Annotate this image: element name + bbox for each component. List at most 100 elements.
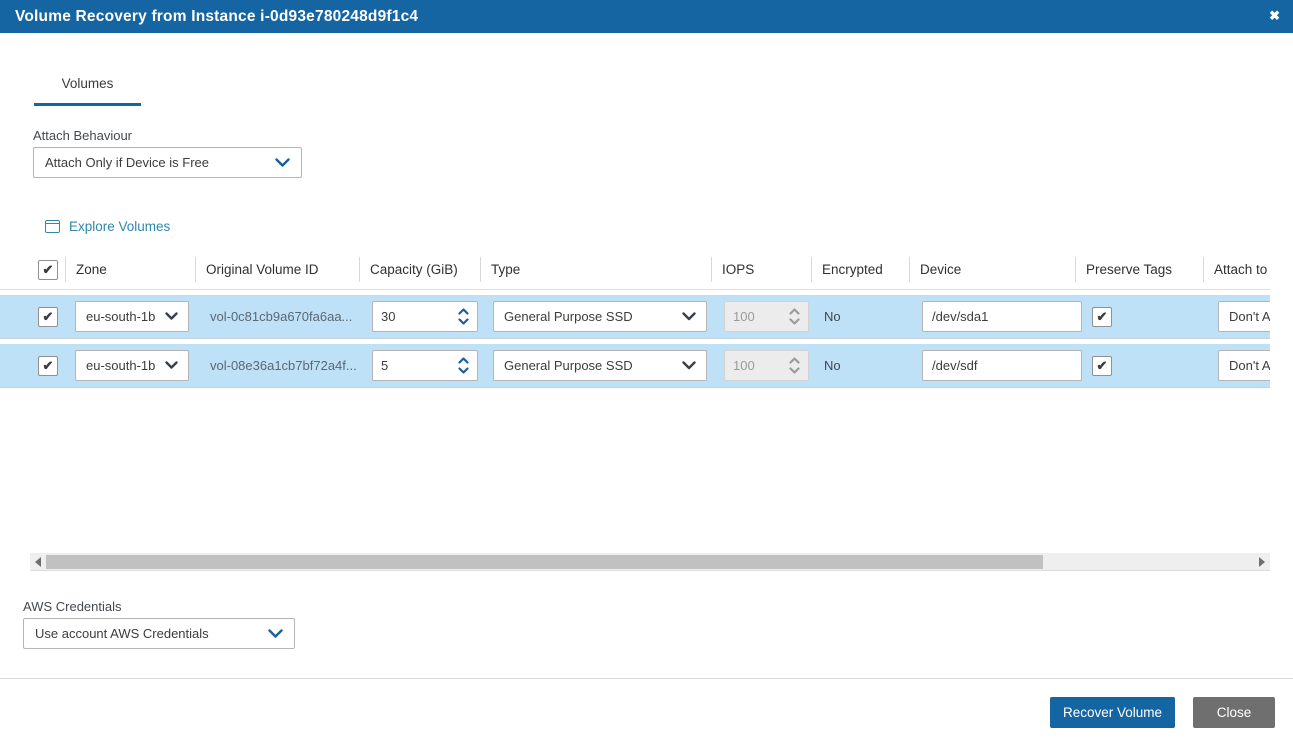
preserve-tags-checkbox[interactable]: ✔	[1092, 307, 1112, 327]
preserve-tags-checkbox[interactable]: ✔	[1092, 356, 1112, 376]
table-row: ✔ eu-south-1b vol-08e36a1cb7bf72a4f...	[0, 344, 1270, 388]
header-capacity: Capacity (GiB)	[360, 250, 481, 289]
row-select-cell: ✔	[30, 356, 66, 376]
device-cell	[910, 350, 1076, 381]
window-icon	[45, 220, 60, 233]
type-select[interactable]: General Purpose SSD	[493, 301, 707, 332]
chevron-down-icon	[789, 367, 800, 374]
chevron-up-icon	[458, 308, 469, 315]
chevron-down-icon	[458, 318, 469, 325]
row-select-checkbox[interactable]: ✔	[38, 307, 58, 327]
dialog-titlebar: Volume Recovery from Instance i-0d93e780…	[0, 0, 1293, 33]
zone-select[interactable]: eu-south-1b	[75, 350, 189, 381]
header-encrypted: Encrypted	[812, 250, 910, 289]
original-volume-id-cell: vol-08e36a1cb7bf72a4f...	[196, 358, 360, 373]
header-select-all-cell: ✔	[30, 250, 66, 289]
chevron-down-icon	[458, 367, 469, 374]
zone-value: eu-south-1b	[86, 309, 155, 324]
type-cell: General Purpose SSD	[481, 301, 712, 332]
tab-volumes[interactable]: Volumes	[34, 75, 141, 106]
header-preserve-tags: Preserve Tags	[1076, 250, 1204, 289]
capacity-input[interactable]	[381, 358, 436, 373]
close-icon[interactable]: ✖	[1269, 7, 1280, 25]
attach-cell: Don't Attach	[1204, 350, 1270, 381]
attach-select[interactable]: Don't Attach	[1218, 350, 1270, 381]
iops-input	[733, 309, 788, 324]
dialog-title: Volume Recovery from Instance i-0d93e780…	[15, 8, 418, 26]
attach-value: Don't Attach	[1229, 358, 1270, 373]
zone-cell: eu-south-1b	[66, 350, 196, 381]
device-cell	[910, 301, 1076, 332]
aws-credentials-select[interactable]: Use account AWS Credentials	[23, 618, 295, 649]
capacity-input[interactable]	[381, 309, 436, 324]
stepper-arrows	[789, 357, 800, 374]
row-select-cell: ✔	[30, 307, 66, 327]
chevron-down-icon	[268, 629, 283, 639]
type-cell: General Purpose SSD	[481, 350, 712, 381]
preserve-tags-cell: ✔	[1076, 356, 1204, 376]
header-zone: Zone	[66, 250, 196, 289]
table-row: ✔ eu-south-1b vol-0c81cb9a670fa6aa...	[0, 295, 1270, 339]
chevron-down-icon	[682, 312, 696, 321]
attach-behaviour-value: Attach Only if Device is Free	[45, 155, 209, 170]
preserve-tags-cell: ✔	[1076, 307, 1204, 327]
table-header-row: ✔ Zone Original Volume ID Capacity (GiB)…	[0, 250, 1270, 290]
header-attach-to: Attach to Instance	[1204, 250, 1270, 289]
explore-volumes-label: Explore Volumes	[69, 219, 170, 234]
original-volume-id-cell: vol-0c81cb9a670fa6aa...	[196, 309, 360, 324]
zone-value: eu-south-1b	[86, 358, 155, 373]
select-all-checkbox[interactable]: ✔	[38, 260, 58, 280]
type-select[interactable]: General Purpose SSD	[493, 350, 707, 381]
encrypted-cell: No	[812, 358, 910, 373]
volume-recovery-dialog: Volume Recovery from Instance i-0d93e780…	[0, 0, 1293, 744]
attach-behaviour-label: Attach Behaviour	[33, 128, 132, 143]
encrypted-value: No	[824, 358, 841, 373]
scroll-right-arrow-icon[interactable]	[1259, 557, 1265, 567]
row-select-checkbox[interactable]: ✔	[38, 356, 58, 376]
capacity-cell	[360, 350, 481, 381]
encrypted-value: No	[824, 309, 841, 324]
aws-credentials-value: Use account AWS Credentials	[35, 626, 209, 641]
recover-volume-button[interactable]: Recover Volume	[1050, 697, 1175, 728]
chevron-up-icon	[458, 357, 469, 364]
header-iops: IOPS	[712, 250, 812, 289]
volumes-table-inner: ✔ Zone Original Volume ID Capacity (GiB)…	[0, 250, 1270, 388]
chevron-down-icon	[682, 361, 696, 370]
type-value: General Purpose SSD	[504, 358, 633, 373]
chevron-down-icon	[165, 312, 178, 321]
capacity-stepper[interactable]	[372, 301, 478, 332]
header-type: Type	[481, 250, 712, 289]
stepper-arrows[interactable]	[458, 357, 469, 374]
stepper-arrows	[789, 308, 800, 325]
chevron-down-icon	[789, 318, 800, 325]
attach-select[interactable]: Don't Attach	[1218, 301, 1270, 332]
zone-cell: eu-south-1b	[66, 301, 196, 332]
chevron-down-icon	[275, 158, 290, 168]
chevron-down-icon	[165, 361, 178, 370]
zone-select[interactable]: eu-south-1b	[75, 301, 189, 332]
header-original-volume-id: Original Volume ID	[196, 250, 360, 289]
original-volume-id: vol-0c81cb9a670fa6aa...	[210, 309, 352, 324]
iops-stepper	[724, 301, 809, 332]
iops-input	[733, 358, 788, 373]
type-value: General Purpose SSD	[504, 309, 633, 324]
header-device: Device	[910, 250, 1076, 289]
footer-divider	[0, 678, 1293, 679]
attach-cell: Don't Attach	[1204, 301, 1270, 332]
device-input[interactable]	[922, 350, 1082, 381]
chevron-up-icon	[789, 357, 800, 364]
device-input[interactable]	[922, 301, 1082, 332]
explore-volumes-link[interactable]: Explore Volumes	[45, 219, 170, 234]
attach-behaviour-select[interactable]: Attach Only if Device is Free	[33, 147, 302, 178]
attach-value: Don't Attach	[1229, 309, 1270, 324]
original-volume-id: vol-08e36a1cb7bf72a4f...	[210, 358, 357, 373]
scrollbar-thumb[interactable]	[46, 555, 1043, 569]
horizontal-scrollbar[interactable]	[30, 553, 1270, 571]
aws-credentials-label: AWS Credentials	[23, 599, 122, 614]
iops-stepper	[724, 350, 809, 381]
close-button[interactable]: Close	[1193, 697, 1275, 728]
volumes-table: ✔ Zone Original Volume ID Capacity (GiB)…	[0, 250, 1270, 396]
capacity-stepper[interactable]	[372, 350, 478, 381]
scroll-left-arrow-icon[interactable]	[35, 557, 41, 567]
stepper-arrows[interactable]	[458, 308, 469, 325]
